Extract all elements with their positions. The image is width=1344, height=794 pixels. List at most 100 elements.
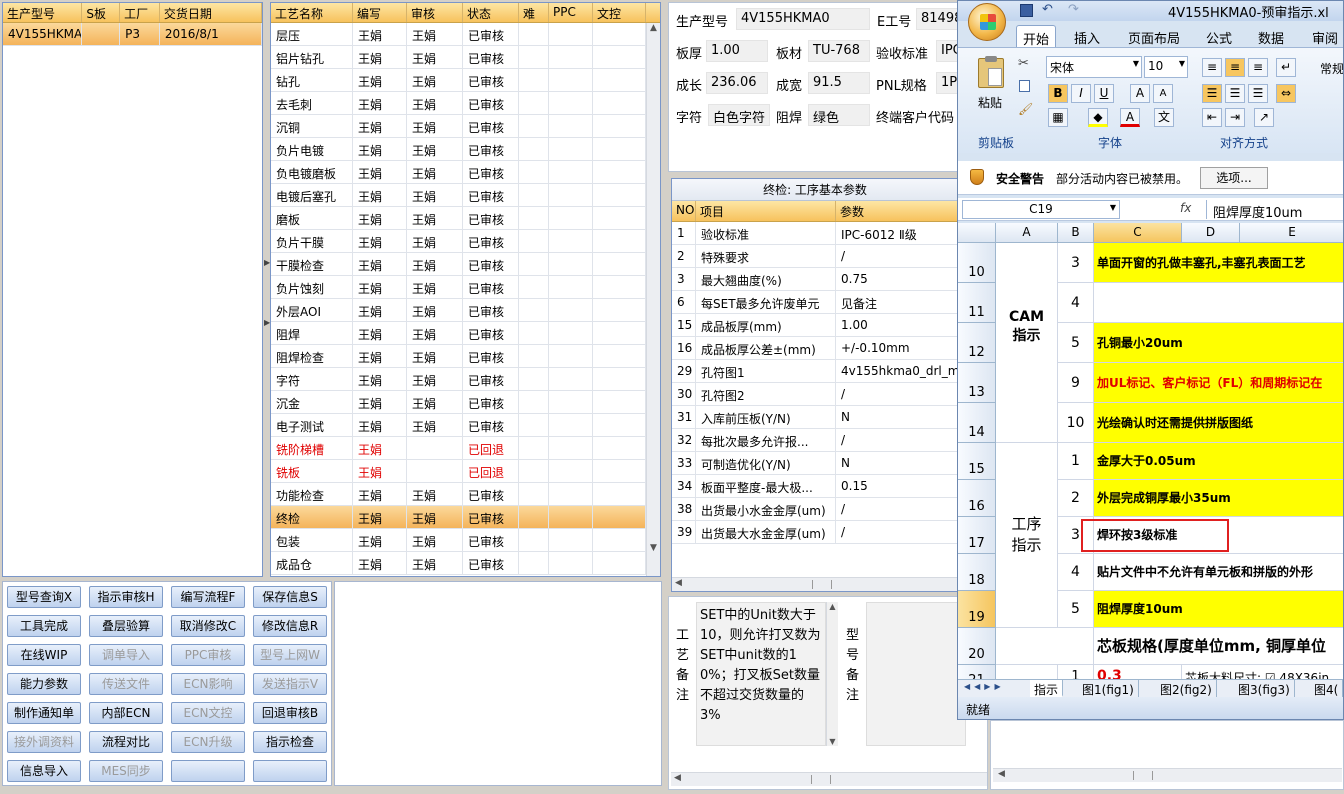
underline-icon[interactable]: U bbox=[1094, 84, 1114, 103]
process-list-row[interactable]: 阻焊检查 王娟 王娟 已审核 bbox=[271, 345, 660, 368]
params-row[interactable]: 30 孔符图2/ bbox=[672, 383, 958, 406]
params-row[interactable]: 6 每SET最多允许废单元 见备注 bbox=[672, 291, 958, 314]
params-row[interactable]: 2 特殊要求 / bbox=[672, 245, 958, 268]
font-name-select[interactable]: 宋体 ▼ bbox=[1046, 56, 1142, 78]
mask-field[interactable]: 绿色 bbox=[808, 104, 870, 126]
increase-indent-icon[interactable]: ⇥ bbox=[1225, 108, 1245, 127]
sheet-item-number[interactable]: 4 bbox=[1058, 554, 1094, 591]
row-header[interactable]: 21 bbox=[958, 665, 996, 679]
row-header[interactable]: 14 bbox=[958, 403, 996, 443]
row-header[interactable]: 11 bbox=[958, 283, 996, 323]
params-col-header[interactable]: NO bbox=[672, 201, 696, 221]
sheet-item-number[interactable]: 9 bbox=[1058, 363, 1094, 403]
ribbon-tab[interactable]: 页面布局 bbox=[1122, 25, 1186, 47]
standard-field[interactable]: IPC bbox=[936, 40, 958, 62]
action-button[interactable]: 制作通知单 bbox=[7, 702, 81, 724]
action-button[interactable]: 编写流程F bbox=[171, 586, 245, 608]
sheet-row20-text[interactable]: 芯板规格(厚度单位mm, 铜厚单位 bbox=[1094, 628, 1343, 665]
align-left-icon[interactable]: ☰ bbox=[1202, 84, 1222, 103]
fx-icon[interactable]: fx bbox=[1180, 201, 1191, 215]
sheet-row21-a[interactable] bbox=[996, 665, 1058, 679]
sheet-item-text[interactable]: 加UL标记、客户标记（FL）和周期标记在 bbox=[1094, 363, 1343, 403]
sheet-item-text[interactable]: 孔铜最小20um bbox=[1094, 323, 1343, 363]
undo-icon[interactable]: ↶ bbox=[1042, 2, 1053, 17]
process-list-row[interactable]: 负片电镀 王娟 王娟 已审核 bbox=[271, 138, 660, 161]
name-box[interactable]: C19 ▼ bbox=[962, 200, 1120, 219]
eng-field[interactable]: 81498 bbox=[916, 8, 958, 30]
action-button[interactable]: 能力参数 bbox=[7, 673, 81, 695]
save-icon[interactable] bbox=[1020, 4, 1033, 17]
process-list-row[interactable]: 去毛刺 王娟 王娟 已审核 bbox=[271, 92, 660, 115]
sheet-item-text[interactable]: 阻焊厚度10um bbox=[1094, 591, 1343, 628]
sheet-tab[interactable]: 图4( bbox=[1310, 680, 1343, 697]
process-list-row[interactable]: 铣阶梯槽 王娟 已回退 bbox=[271, 437, 660, 460]
product-list-col-header[interactable]: 生产型号 bbox=[3, 3, 83, 22]
action-button[interactable]: 叠层验算 bbox=[89, 615, 163, 637]
spreadsheet[interactable]: A B C D E 101112131415161718192021CAM 指示… bbox=[958, 223, 1343, 679]
col-header-b[interactable]: B bbox=[1058, 223, 1094, 243]
params-row[interactable]: 16 成品板厚公差±(mm) +/-0.10mm bbox=[672, 337, 958, 360]
ribbon-tab[interactable]: 公式 bbox=[1200, 25, 1238, 47]
sheet-item-number[interactable]: 1 bbox=[1058, 443, 1094, 480]
action-button[interactable]: ECN文控 bbox=[171, 702, 245, 724]
pnl-field[interactable]: 1P bbox=[936, 72, 958, 94]
wrap-text-icon[interactable]: ↵ bbox=[1276, 58, 1296, 77]
process-list-col-header[interactable]: 难 bbox=[519, 3, 549, 22]
col-header-c[interactable]: C bbox=[1094, 223, 1182, 243]
process-list-row[interactable]: 负片蚀刻 王娟 王娟 已审核 bbox=[271, 276, 660, 299]
model-field[interactable]: 4V155HKMA0 bbox=[736, 8, 870, 30]
orientation-icon[interactable]: ↗ bbox=[1254, 108, 1274, 127]
process-list-row[interactable]: 沉金 王娟 王娟 已审核 bbox=[271, 391, 660, 414]
sheet-item-number[interactable]: 10 bbox=[1058, 403, 1094, 443]
params-row[interactable]: 38 出货最小水金金厚(um) / bbox=[672, 498, 958, 521]
remarks-hscroll[interactable]: ◀ bbox=[671, 772, 987, 786]
sheet-tab[interactable]: 图1(fig1) bbox=[1078, 680, 1139, 697]
sheet-item-number[interactable]: 5 bbox=[1058, 323, 1094, 363]
sheet-item-number[interactable]: 2 bbox=[1058, 480, 1094, 517]
redo-icon[interactable]: ↷ bbox=[1068, 2, 1079, 17]
number-format-label[interactable]: 常规 bbox=[1320, 60, 1343, 77]
align-top-icon[interactable]: ≡ bbox=[1202, 58, 1222, 77]
sheet-item-number[interactable]: 3 bbox=[1058, 243, 1094, 283]
row-header[interactable]: 19 bbox=[958, 591, 996, 628]
process-list-scrollbar[interactable]: ▲ ▼ bbox=[646, 23, 660, 576]
action-button[interactable]: ECN影响 bbox=[171, 673, 245, 695]
office-button-icon[interactable] bbox=[968, 3, 1006, 41]
action-button[interactable]: 指示审核H bbox=[89, 586, 163, 608]
cut-icon[interactable]: ✂ bbox=[1018, 56, 1029, 71]
cam-group-cell[interactable]: CAM 指示 bbox=[996, 243, 1058, 443]
sheet-row20-blank[interactable] bbox=[996, 628, 1094, 665]
splitter-arrow-icon-2[interactable]: ▶ bbox=[264, 318, 270, 327]
formula-input[interactable]: 阻焊厚度10um bbox=[1206, 200, 1343, 221]
product-list-col-header[interactable]: S板 bbox=[82, 3, 121, 22]
align-bottom-icon[interactable]: ≡ bbox=[1248, 58, 1268, 77]
width-field[interactable]: 91.5 bbox=[808, 72, 870, 94]
process-list-row[interactable]: 负片干膜 王娟 王娟 已审核 bbox=[271, 230, 660, 253]
action-button[interactable]: ECN升级 bbox=[171, 731, 245, 753]
col-header-a[interactable]: A bbox=[996, 223, 1058, 243]
process-list-row[interactable]: 层压 王娟 王娟 已审核 bbox=[271, 23, 660, 46]
params-col-header[interactable]: 项目 bbox=[696, 201, 836, 221]
sheet-row21-n[interactable]: 1 bbox=[1058, 665, 1094, 679]
char-field[interactable]: 白色字符 bbox=[708, 104, 770, 126]
align-center-icon[interactable]: ☰ bbox=[1225, 84, 1245, 103]
row-header[interactable]: 13 bbox=[958, 363, 996, 403]
row-header[interactable]: 20 bbox=[958, 628, 996, 665]
params-col-header[interactable]: 参数 bbox=[836, 201, 958, 221]
action-button[interactable]: 内部ECN bbox=[89, 702, 163, 724]
action-button[interactable]: 保存信息S bbox=[253, 586, 327, 608]
process-group-cell[interactable]: 工序 指示 bbox=[996, 443, 1058, 628]
process-list-col-header[interactable]: 文控 bbox=[593, 3, 646, 22]
sheet-item-text[interactable]: 贴片文件中不允许有单元板和拼版的外形 bbox=[1094, 554, 1343, 591]
action-button[interactable]: 流程对比 bbox=[89, 731, 163, 753]
action-button[interactable] bbox=[253, 760, 327, 782]
product-list-col-header[interactable]: 交货日期 bbox=[160, 3, 262, 22]
action-button[interactable]: 修改信息R bbox=[253, 615, 327, 637]
ribbon-tab[interactable]: 数据 bbox=[1252, 25, 1290, 47]
product-list-col-header[interactable]: 工厂 bbox=[120, 3, 160, 22]
process-list-row[interactable]: 干膜检查 王娟 王娟 已审核 bbox=[271, 253, 660, 276]
params-hscroll[interactable]: ◀ bbox=[672, 577, 958, 591]
format-painter-icon[interactable]: 🖌 bbox=[1018, 102, 1033, 116]
align-middle-icon[interactable]: ≡ bbox=[1225, 58, 1245, 77]
process-remark-text[interactable]: SET中的Unit数大于10，则允许打叉数为SET中unit数的10%；打叉板S… bbox=[696, 602, 826, 746]
